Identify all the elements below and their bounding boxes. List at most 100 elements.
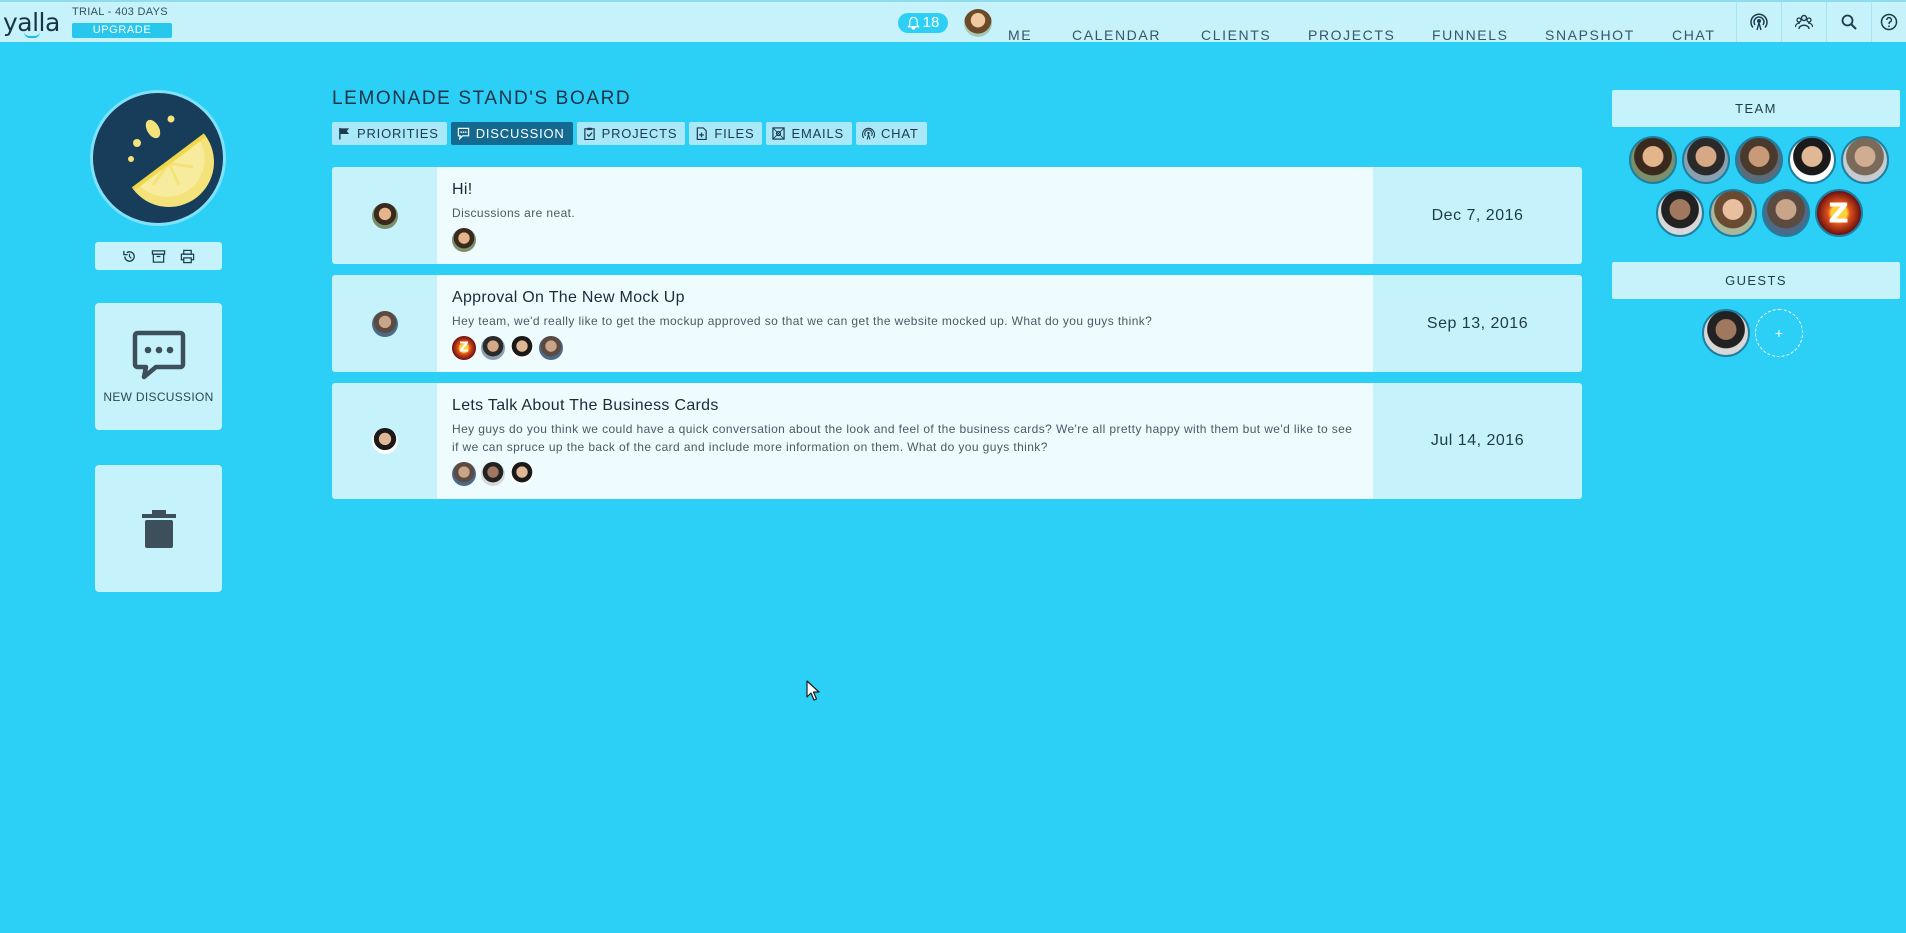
nav-me[interactable]: ME xyxy=(1008,15,1032,55)
notifications-button[interactable]: 18 xyxy=(898,13,948,33)
history-button[interactable] xyxy=(122,249,137,264)
team-member-avatar[interactable] xyxy=(1814,189,1863,237)
broadcast-icon xyxy=(1749,13,1768,31)
print-icon xyxy=(180,249,195,263)
discussion-list: Hi! Discussions are neat. Dec 7, 2016 Ap… xyxy=(332,167,1582,510)
discussion-author xyxy=(332,383,437,499)
nav-chat[interactable]: CHAT xyxy=(1672,15,1715,55)
help-button[interactable] xyxy=(1871,2,1906,42)
discussion-body: Lets Talk About The Business Cards Hey g… xyxy=(437,383,1373,499)
team-member-avatar[interactable] xyxy=(1682,136,1730,184)
discussion-body: Approval On The New Mock Up Hey team, we… xyxy=(437,275,1373,372)
logo-smile-icon xyxy=(24,32,40,38)
participant-avatar[interactable] xyxy=(481,462,505,486)
tab-projects-label: PROJECTS xyxy=(601,126,678,141)
discussion-participants xyxy=(452,228,1358,252)
tab-priorities[interactable]: PRIORITIES xyxy=(332,122,447,145)
tab-priorities-label: PRIORITIES xyxy=(357,126,439,141)
trash-button[interactable] xyxy=(95,465,222,592)
discussion-item[interactable]: Hi! Discussions are neat. Dec 7, 2016 xyxy=(332,167,1582,264)
print-button[interactable] xyxy=(180,249,195,264)
bell-icon xyxy=(906,16,920,30)
top-bar: yalla TRIAL - 403 DAYS UPGRADE 18 ME CAL… xyxy=(0,0,1906,43)
tab-emails-label: EMAILS xyxy=(791,126,844,141)
broadcast-button[interactable] xyxy=(1736,2,1780,42)
help-icon xyxy=(1880,13,1898,31)
author-avatar[interactable] xyxy=(371,310,398,337)
discussion-text: Hey team, we'd really like to get the mo… xyxy=(452,314,1153,328)
discussion-text: Discussions are neat. xyxy=(452,206,576,220)
notification-count: 18 xyxy=(922,14,940,31)
chat-icon xyxy=(861,127,875,140)
tab-chat-label: CHAT xyxy=(880,126,919,141)
nav-projects[interactable]: PROJECTS xyxy=(1308,15,1395,55)
new-discussion-button[interactable]: NEW DISCUSSION xyxy=(95,303,222,430)
team-members xyxy=(1624,136,1894,242)
team-member-avatar[interactable] xyxy=(1788,136,1836,184)
participant-avatar[interactable] xyxy=(539,336,563,360)
participant-avatar[interactable] xyxy=(481,336,505,360)
discussion-author xyxy=(332,275,437,372)
nav-snapshot[interactable]: SNAPSHOT xyxy=(1545,15,1635,55)
search-icon xyxy=(1841,14,1857,30)
team-header: TEAM xyxy=(1612,90,1900,127)
file-icon xyxy=(697,127,708,140)
guest-list: + xyxy=(1702,309,1803,357)
user-avatar[interactable] xyxy=(964,9,992,37)
board-title: LEMONADE STAND'S BOARD xyxy=(332,88,632,109)
team-member-avatar[interactable] xyxy=(1735,136,1783,184)
discussion-item[interactable]: Approval On The New Mock Up Hey team, we… xyxy=(332,275,1582,372)
discussion-date: Dec 7, 2016 xyxy=(1373,167,1582,264)
team-member-avatar[interactable] xyxy=(1761,189,1810,237)
participant-avatar[interactable] xyxy=(510,336,534,360)
discussion-author xyxy=(332,167,437,264)
guest-avatar[interactable] xyxy=(1702,309,1750,357)
tab-emails[interactable]: EMAILS xyxy=(766,122,852,145)
participant-avatar[interactable] xyxy=(452,336,476,360)
lemon-icon xyxy=(128,115,214,207)
archive-button[interactable] xyxy=(151,249,166,264)
discussion-title[interactable]: Approval On The New Mock Up xyxy=(452,289,1358,307)
author-avatar[interactable] xyxy=(371,428,398,454)
nav-calendar[interactable]: CALENDAR xyxy=(1072,15,1161,55)
mouse-cursor-icon xyxy=(806,680,820,701)
board-actions xyxy=(95,242,222,270)
participant-avatar[interactable] xyxy=(510,462,534,486)
search-button[interactable] xyxy=(1826,2,1870,42)
discussion-text: Hey guys do you think we could have a qu… xyxy=(452,422,1353,454)
nav-funnels[interactable]: FUNNELS xyxy=(1432,15,1509,55)
team-member-avatar[interactable] xyxy=(1655,189,1704,237)
tab-chat[interactable]: CHAT xyxy=(855,122,927,145)
tab-projects[interactable]: PROJECTS xyxy=(576,122,686,145)
tab-discussion[interactable]: DISCUSSION xyxy=(450,122,573,145)
participant-avatar[interactable] xyxy=(452,228,476,252)
board-tabs: PRIORITIES DISCUSSION PROJECTS FILES EMA… xyxy=(332,122,927,145)
nav-clients[interactable]: CLIENTS xyxy=(1201,15,1271,55)
clipboard-icon xyxy=(583,127,595,140)
history-icon xyxy=(123,250,135,262)
team-member-avatar[interactable] xyxy=(1708,189,1757,237)
archive-icon xyxy=(151,249,166,263)
guests-header: GUESTS xyxy=(1612,262,1900,299)
team-button[interactable] xyxy=(1781,2,1825,42)
discussion-item[interactable]: Lets Talk About The Business Cards Hey g… xyxy=(332,383,1582,499)
tab-files-label: FILES xyxy=(714,126,755,141)
discussion-participants xyxy=(452,462,1358,486)
discussion-title[interactable]: Hi! xyxy=(452,181,1358,199)
discussion-date: Jul 14, 2016 xyxy=(1373,383,1582,499)
team-icon xyxy=(1794,14,1813,30)
tab-discussion-label: DISCUSSION xyxy=(475,126,565,141)
discussion-icon xyxy=(457,127,469,140)
discussion-title[interactable]: Lets Talk About The Business Cards xyxy=(452,397,1358,415)
discussion-body: Hi! Discussions are neat. xyxy=(437,167,1373,264)
add-guest-button[interactable]: + xyxy=(1755,309,1803,357)
flag-icon xyxy=(339,127,350,140)
trash-icon xyxy=(141,509,176,548)
tab-files[interactable]: FILES xyxy=(689,122,763,145)
team-member-avatar[interactable] xyxy=(1841,136,1889,184)
participant-avatar[interactable] xyxy=(452,462,476,486)
author-avatar[interactable] xyxy=(371,202,398,229)
team-member-avatar[interactable] xyxy=(1629,136,1677,184)
discussion-date: Sep 13, 2016 xyxy=(1373,275,1582,372)
upgrade-button[interactable]: UPGRADE xyxy=(72,23,172,38)
